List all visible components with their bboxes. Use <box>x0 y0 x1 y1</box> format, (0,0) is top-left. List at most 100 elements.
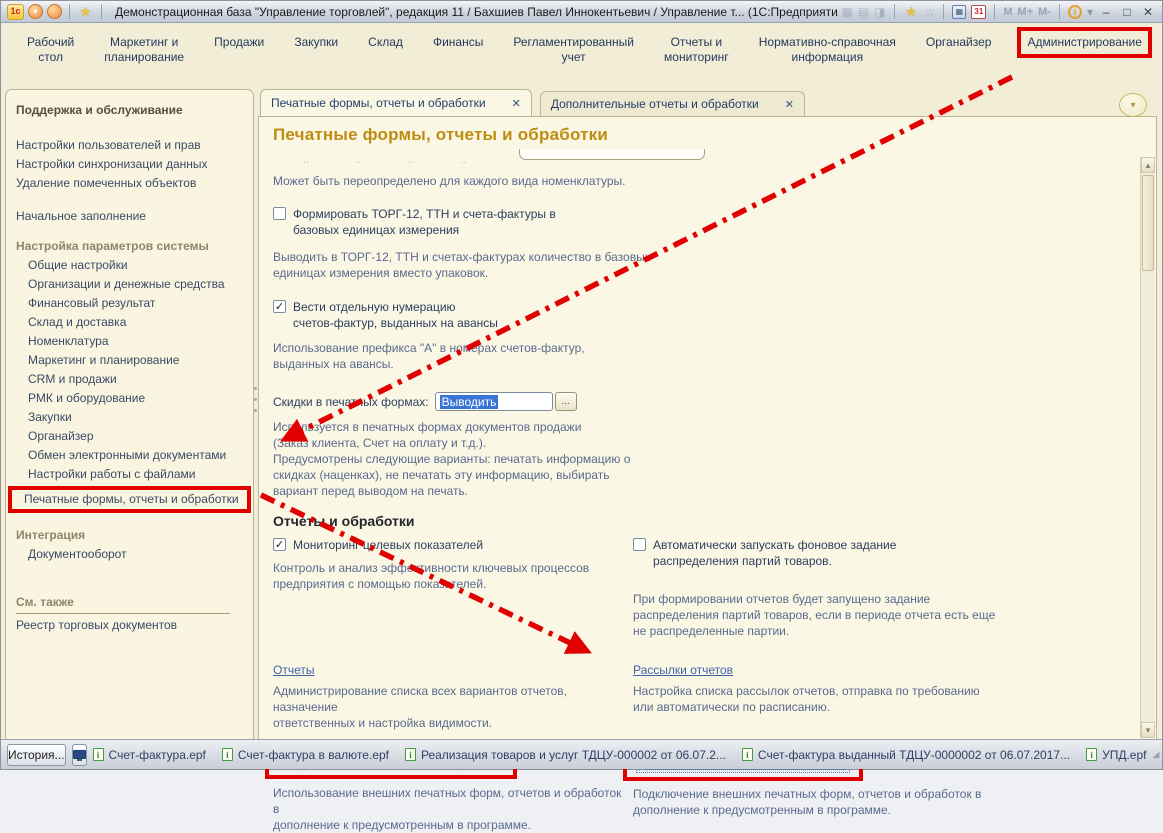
sidebar-item-document-flow[interactable]: Документооборот <box>16 547 245 562</box>
checkbox-torg12[interactable] <box>273 207 286 220</box>
memory-recall-button[interactable]: M <box>1003 6 1012 18</box>
checkbox-monitoring-label: Мониторинг целевых показателей <box>293 537 483 553</box>
taskbar-item-invoice-epf[interactable]: i Счет-фактура.epf <box>93 748 206 762</box>
sidebar-item-general-settings[interactable]: Общие настройки <box>16 258 245 273</box>
taskbar-item-invoice-currency-epf[interactable]: i Счет-фактура в валюте.epf <box>222 748 389 762</box>
divider <box>1059 4 1060 19</box>
nav-section-regulated-accounting[interactable]: Регламентированный учет <box>509 33 638 67</box>
content-tabs: Печатные формы, отчеты и обработки ✕ Доп… <box>258 89 1157 116</box>
nav-section-reports-monitoring[interactable]: Отчеты и мониторинг <box>660 33 733 67</box>
clipped-row: ‥ ‥ ‥ ‥ <box>273 149 1132 163</box>
report-file-icon: i <box>405 748 416 761</box>
sidebar-item-organizer[interactable]: Органайзер <box>16 429 245 444</box>
checkbox-batch[interactable] <box>633 538 646 551</box>
divider <box>69 4 70 19</box>
clipped-text-remnant: ‥ ‥ ‥ ‥ <box>303 155 489 166</box>
discount-choose-button[interactable]: ... <box>555 392 577 411</box>
checkbox-row-monitoring: ✓ Мониторинг целевых показателей <box>273 537 625 553</box>
add-favorite-icon[interactable]: ★ <box>903 4 920 20</box>
nav-section-purchases[interactable]: Закупки <box>290 33 342 52</box>
scroll-up-icon[interactable]: ▲ <box>1141 157 1155 173</box>
history-button[interactable]: История... <box>7 744 66 766</box>
checkbox-monitoring[interactable]: ✓ <box>273 538 286 551</box>
taskbar-item-invoice-issued[interactable]: i Счет-фактура выданный ТДЦУ-0000002 от … <box>742 748 1070 762</box>
sidebar: Поддержка и обслуживание Настройки польз… <box>5 89 254 739</box>
sidebar-item-rmk-equipment[interactable]: РМК и оборудование <box>16 391 245 406</box>
sidebar-item-user-settings[interactable]: Настройки пользователей и прав <box>16 138 245 153</box>
sidebar-item-warehouse-delivery[interactable]: Склад и доставка <box>16 315 245 330</box>
tab-additional-reports[interactable]: Дополнительные отчеты и обработки ✕ <box>540 91 805 116</box>
nav-section-administration[interactable]: Администрирование <box>1027 35 1141 50</box>
note-batch: При формировании отчетов будет запущено … <box>633 591 1101 639</box>
memory-add-button[interactable]: M+ <box>1018 6 1034 18</box>
close-tab-icon[interactable]: ✕ <box>785 98 794 111</box>
system-menu-button[interactable]: ▾ <box>28 4 43 19</box>
favorites-star-icon[interactable]: ★ <box>77 4 94 20</box>
show-favorites-icon[interactable]: ☆ <box>925 5 936 19</box>
clipped-field[interactable] <box>519 149 705 160</box>
nav-section-finance[interactable]: Финансы <box>429 33 487 52</box>
note-discount: Используется в печатных формах документо… <box>273 419 1132 499</box>
tab-label: Печатные формы, отчеты и обработки <box>271 96 486 110</box>
sidebar-item-sync-settings[interactable]: Настройки синхронизации данных <box>16 157 245 172</box>
sidebar-item-print-forms[interactable]: Печатные формы, отчеты и обработки <box>20 492 239 507</box>
info-dropdown-icon[interactable]: ▾ <box>1087 5 1093 19</box>
nav-section-warehouse[interactable]: Склад <box>364 33 407 52</box>
nav-section-organizer[interactable]: Органайзер <box>922 33 996 52</box>
minimize-button[interactable]: – <box>1098 5 1114 19</box>
scroll-down-icon[interactable]: ▼ <box>1141 722 1155 738</box>
sidebar-item-file-settings[interactable]: Настройки работы с файлами <box>16 467 245 482</box>
note-numbering: Использование префикса "А" в номерах сче… <box>273 340 1132 372</box>
sidebar-item-edi-exchange[interactable]: Обмен электронными документами <box>16 448 245 463</box>
vertical-scrollbar[interactable]: ▲ ▼ <box>1140 157 1155 738</box>
nav-section-desktop[interactable]: Рабочий стол <box>23 33 78 67</box>
1c-logo-icon: 1c <box>7 4 24 20</box>
checkbox-batch-label: Автоматически запускать фоновое задание … <box>653 537 896 569</box>
sidebar-item-crm-sales[interactable]: CRM и продажи <box>16 372 245 387</box>
sidebar-item-delete-marked[interactable]: Удаление помеченных объектов <box>16 176 245 191</box>
note-addons-link: Подключение внешних печатных форм, отчет… <box>633 786 1101 818</box>
show-desktop-button[interactable] <box>72 744 87 766</box>
link-report-mailings[interactable]: Рассылки отчетов <box>633 663 733 677</box>
note-addons: Использование внешних печатных форм, отч… <box>273 785 625 833</box>
close-tab-icon[interactable]: ✕ <box>512 97 521 110</box>
panel-splitter[interactable] <box>254 387 257 412</box>
divider <box>994 4 995 19</box>
sidebar-item-marketing-planning[interactable]: Маркетинг и планирование <box>16 353 245 368</box>
taskbar-item-upd-epf[interactable]: i УПД.epf <box>1086 748 1146 762</box>
sidebar-group-system-params-header: Настройка параметров системы <box>16 238 245 254</box>
tab-print-forms[interactable]: Печатные формы, отчеты и обработки ✕ <box>260 89 532 116</box>
sidebar-group-integration-header: Интеграция <box>16 527 245 543</box>
report-file-icon: i <box>93 748 104 761</box>
sidebar-item-initial-fill[interactable]: Начальное заполнение <box>16 209 245 224</box>
calendar-icon[interactable]: 31 <box>971 5 986 19</box>
collapse-panel-button[interactable]: ▾ <box>1119 93 1147 117</box>
link-reports[interactable]: Отчеты <box>273 663 314 677</box>
close-button[interactable]: ✕ <box>1140 5 1156 19</box>
nav-section-sales[interactable]: Продажи <box>210 33 268 52</box>
sidebar-item-financial-result[interactable]: Финансовый результат <box>16 296 245 311</box>
maximize-button[interactable]: □ <box>1119 5 1135 19</box>
sidebar-item-trade-register[interactable]: Реестр торговых документов <box>16 618 245 633</box>
taskbar-item-goods-sale[interactable]: i Реализация товаров и услуг ТДЦУ-000002… <box>405 748 726 762</box>
note-torg12: Выводить в ТОРГ-12, ТТН и счетах-фактура… <box>273 249 1132 281</box>
print-icon[interactable]: ▤ <box>858 5 869 19</box>
note-monitoring: Контроль и анализ эффективности ключевых… <box>273 560 625 592</box>
sidebar-item-nomenclature[interactable]: Номенклатура <box>16 334 245 349</box>
discount-combobox[interactable]: Выводить <box>435 392 553 411</box>
print-preview-icon[interactable]: ◨ <box>874 5 885 19</box>
info-icon[interactable]: i <box>1068 5 1082 19</box>
taskbar: История... i Счет-фактура.epf i Счет-фак… <box>1 739 1162 769</box>
nav-section-marketing[interactable]: Маркетинг и планирование <box>100 33 188 67</box>
nav-section-reference-info[interactable]: Нормативно-справочная информация <box>755 33 900 67</box>
resize-grip-icon[interactable]: ◢ <box>1152 749 1160 760</box>
sidebar-item-organizations-money[interactable]: Организации и денежные средства <box>16 277 245 292</box>
checkbox-numbering[interactable]: ✓ <box>273 300 286 313</box>
calculator-icon[interactable]: ▦ <box>952 5 966 19</box>
sidebar-group-support-header: Поддержка и обслуживание <box>16 102 245 118</box>
memory-subtract-button[interactable]: M- <box>1038 6 1051 18</box>
save-icon[interactable]: ▦ <box>842 5 853 19</box>
sidebar-item-purchases[interactable]: Закупки <box>16 410 245 425</box>
scrollbar-thumb[interactable] <box>1142 175 1154 271</box>
note-nomenclature: Может быть переопределено для каждого ви… <box>273 173 1132 189</box>
